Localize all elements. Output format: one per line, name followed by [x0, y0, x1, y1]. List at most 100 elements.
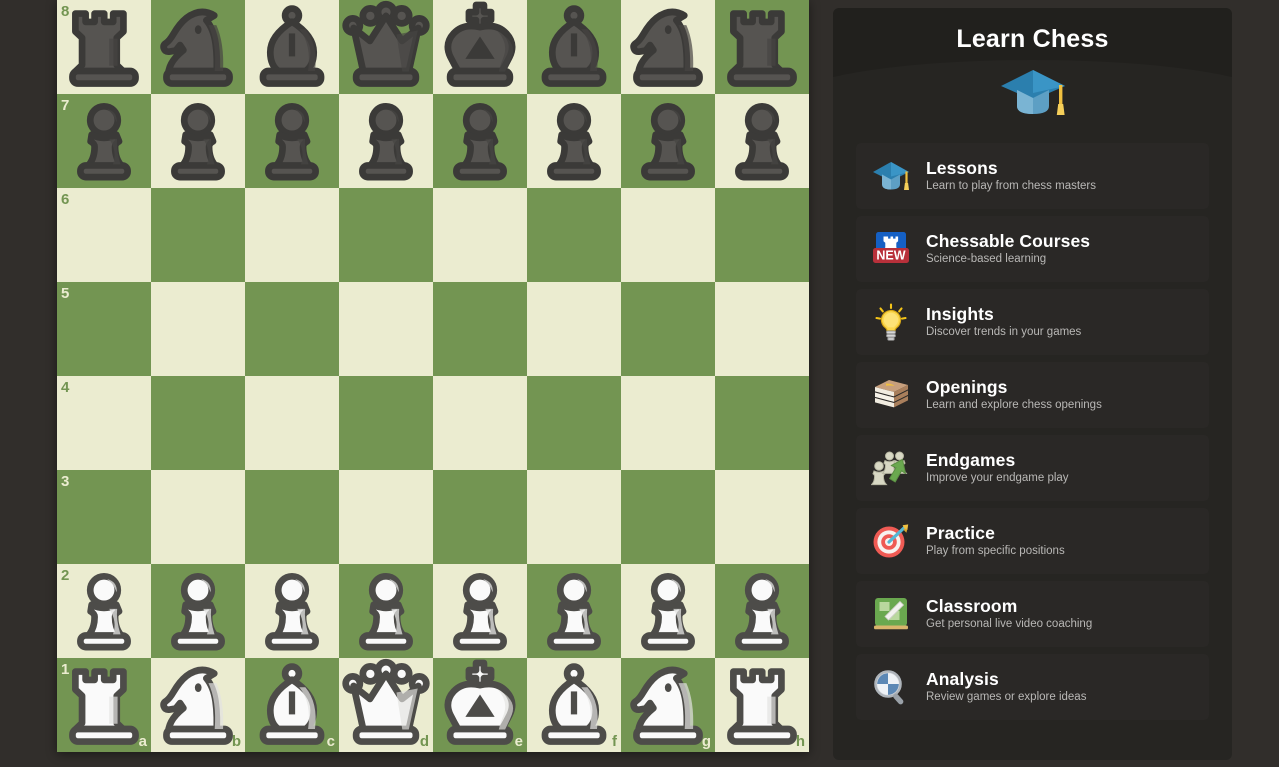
- board-square-a7[interactable]: 7: [57, 94, 151, 188]
- board-square-d2[interactable]: [339, 564, 433, 658]
- menu-item-endgames[interactable]: Endgames Improve your endgame play: [856, 435, 1209, 501]
- white-pawn-piece[interactable]: [715, 564, 809, 658]
- black-pawn-piece[interactable]: [433, 94, 527, 188]
- black-queen-piece[interactable]: [339, 0, 433, 94]
- board-square-b6[interactable]: [151, 188, 245, 282]
- board-square-h6[interactable]: [715, 188, 809, 282]
- board-square-d8[interactable]: [339, 0, 433, 94]
- board-square-g7[interactable]: [621, 94, 715, 188]
- board-square-a1[interactable]: 1a: [57, 658, 151, 752]
- board-square-h8[interactable]: [715, 0, 809, 94]
- white-pawn-piece[interactable]: [433, 564, 527, 658]
- board-square-f7[interactable]: [527, 94, 621, 188]
- board-square-h5[interactable]: [715, 282, 809, 376]
- board-square-b4[interactable]: [151, 376, 245, 470]
- menu-item-practice[interactable]: Practice Play from specific positions: [856, 508, 1209, 574]
- board-square-d7[interactable]: [339, 94, 433, 188]
- board-square-c5[interactable]: [245, 282, 339, 376]
- white-rook-piece[interactable]: [57, 658, 151, 752]
- board-square-e4[interactable]: [433, 376, 527, 470]
- menu-item-openings[interactable]: Openings Learn and explore chess openings: [856, 362, 1209, 428]
- black-pawn-piece[interactable]: [527, 94, 621, 188]
- menu-item-analysis[interactable]: Analysis Review games or explore ideas: [856, 654, 1209, 720]
- board-square-e8[interactable]: [433, 0, 527, 94]
- white-knight-piece[interactable]: [151, 658, 245, 752]
- board-square-g2[interactable]: [621, 564, 715, 658]
- board-square-f1[interactable]: f: [527, 658, 621, 752]
- board-square-h1[interactable]: h: [715, 658, 809, 752]
- board-square-f5[interactable]: [527, 282, 621, 376]
- board-square-f8[interactable]: [527, 0, 621, 94]
- menu-item-insights[interactable]: Insights Discover trends in your games: [856, 289, 1209, 355]
- white-king-piece[interactable]: [433, 658, 527, 752]
- white-bishop-piece[interactable]: [527, 658, 621, 752]
- black-pawn-piece[interactable]: [151, 94, 245, 188]
- white-rook-piece[interactable]: [715, 658, 809, 752]
- black-pawn-piece[interactable]: [57, 94, 151, 188]
- board-square-b5[interactable]: [151, 282, 245, 376]
- white-pawn-piece[interactable]: [527, 564, 621, 658]
- board-square-c6[interactable]: [245, 188, 339, 282]
- board-square-h3[interactable]: [715, 470, 809, 564]
- board-square-a5[interactable]: 5: [57, 282, 151, 376]
- black-pawn-piece[interactable]: [245, 94, 339, 188]
- black-knight-piece[interactable]: [151, 0, 245, 94]
- board-square-c4[interactable]: [245, 376, 339, 470]
- board-square-g1[interactable]: g: [621, 658, 715, 752]
- white-queen-piece[interactable]: [339, 658, 433, 752]
- board-square-g8[interactable]: [621, 0, 715, 94]
- board-square-e7[interactable]: [433, 94, 527, 188]
- board-square-b3[interactable]: [151, 470, 245, 564]
- black-rook-piece[interactable]: [715, 0, 809, 94]
- menu-item-lessons[interactable]: Lessons Learn to play from chess masters: [856, 143, 1209, 209]
- board-square-c2[interactable]: [245, 564, 339, 658]
- board-square-e3[interactable]: [433, 470, 527, 564]
- black-pawn-piece[interactable]: [621, 94, 715, 188]
- board-square-a3[interactable]: 3: [57, 470, 151, 564]
- board-square-a6[interactable]: 6: [57, 188, 151, 282]
- black-rook-piece[interactable]: [57, 0, 151, 94]
- black-bishop-piece[interactable]: [527, 0, 621, 94]
- white-pawn-piece[interactable]: [245, 564, 339, 658]
- board-square-e6[interactable]: [433, 188, 527, 282]
- white-bishop-piece[interactable]: [245, 658, 339, 752]
- black-bishop-piece[interactable]: [245, 0, 339, 94]
- board-square-c1[interactable]: c: [245, 658, 339, 752]
- board-square-c3[interactable]: [245, 470, 339, 564]
- white-knight-piece[interactable]: [621, 658, 715, 752]
- white-pawn-piece[interactable]: [151, 564, 245, 658]
- board-square-b2[interactable]: [151, 564, 245, 658]
- board-square-g6[interactable]: [621, 188, 715, 282]
- board-square-b7[interactable]: [151, 94, 245, 188]
- menu-item-chessable-courses[interactable]: NEW Chessable Courses Science-based learni…: [856, 216, 1209, 282]
- board-square-d5[interactable]: [339, 282, 433, 376]
- board-square-e1[interactable]: e: [433, 658, 527, 752]
- board-square-a4[interactable]: 4: [57, 376, 151, 470]
- board-square-b1[interactable]: b: [151, 658, 245, 752]
- menu-item-classroom[interactable]: Classroom Get personal live video coachin…: [856, 581, 1209, 647]
- board-square-d1[interactable]: d: [339, 658, 433, 752]
- board-square-a8[interactable]: 8: [57, 0, 151, 94]
- white-pawn-piece[interactable]: [621, 564, 715, 658]
- board-square-b8[interactable]: [151, 0, 245, 94]
- board-square-h4[interactable]: [715, 376, 809, 470]
- black-pawn-piece[interactable]: [715, 94, 809, 188]
- board-square-g5[interactable]: [621, 282, 715, 376]
- board-square-h7[interactable]: [715, 94, 809, 188]
- board-square-g3[interactable]: [621, 470, 715, 564]
- board-square-d4[interactable]: [339, 376, 433, 470]
- board-square-f6[interactable]: [527, 188, 621, 282]
- board-square-e2[interactable]: [433, 564, 527, 658]
- board-square-a2[interactable]: 2: [57, 564, 151, 658]
- board-square-d3[interactable]: [339, 470, 433, 564]
- board-square-f3[interactable]: [527, 470, 621, 564]
- chess-board[interactable]: 8 7 6 5 4 3 2 1 a b c d e f g h: [57, 0, 809, 752]
- board-square-f4[interactable]: [527, 376, 621, 470]
- board-square-h2[interactable]: [715, 564, 809, 658]
- white-pawn-piece[interactable]: [57, 564, 151, 658]
- black-knight-piece[interactable]: [621, 0, 715, 94]
- board-square-g4[interactable]: [621, 376, 715, 470]
- black-pawn-piece[interactable]: [339, 94, 433, 188]
- board-square-c7[interactable]: [245, 94, 339, 188]
- board-square-c8[interactable]: [245, 0, 339, 94]
